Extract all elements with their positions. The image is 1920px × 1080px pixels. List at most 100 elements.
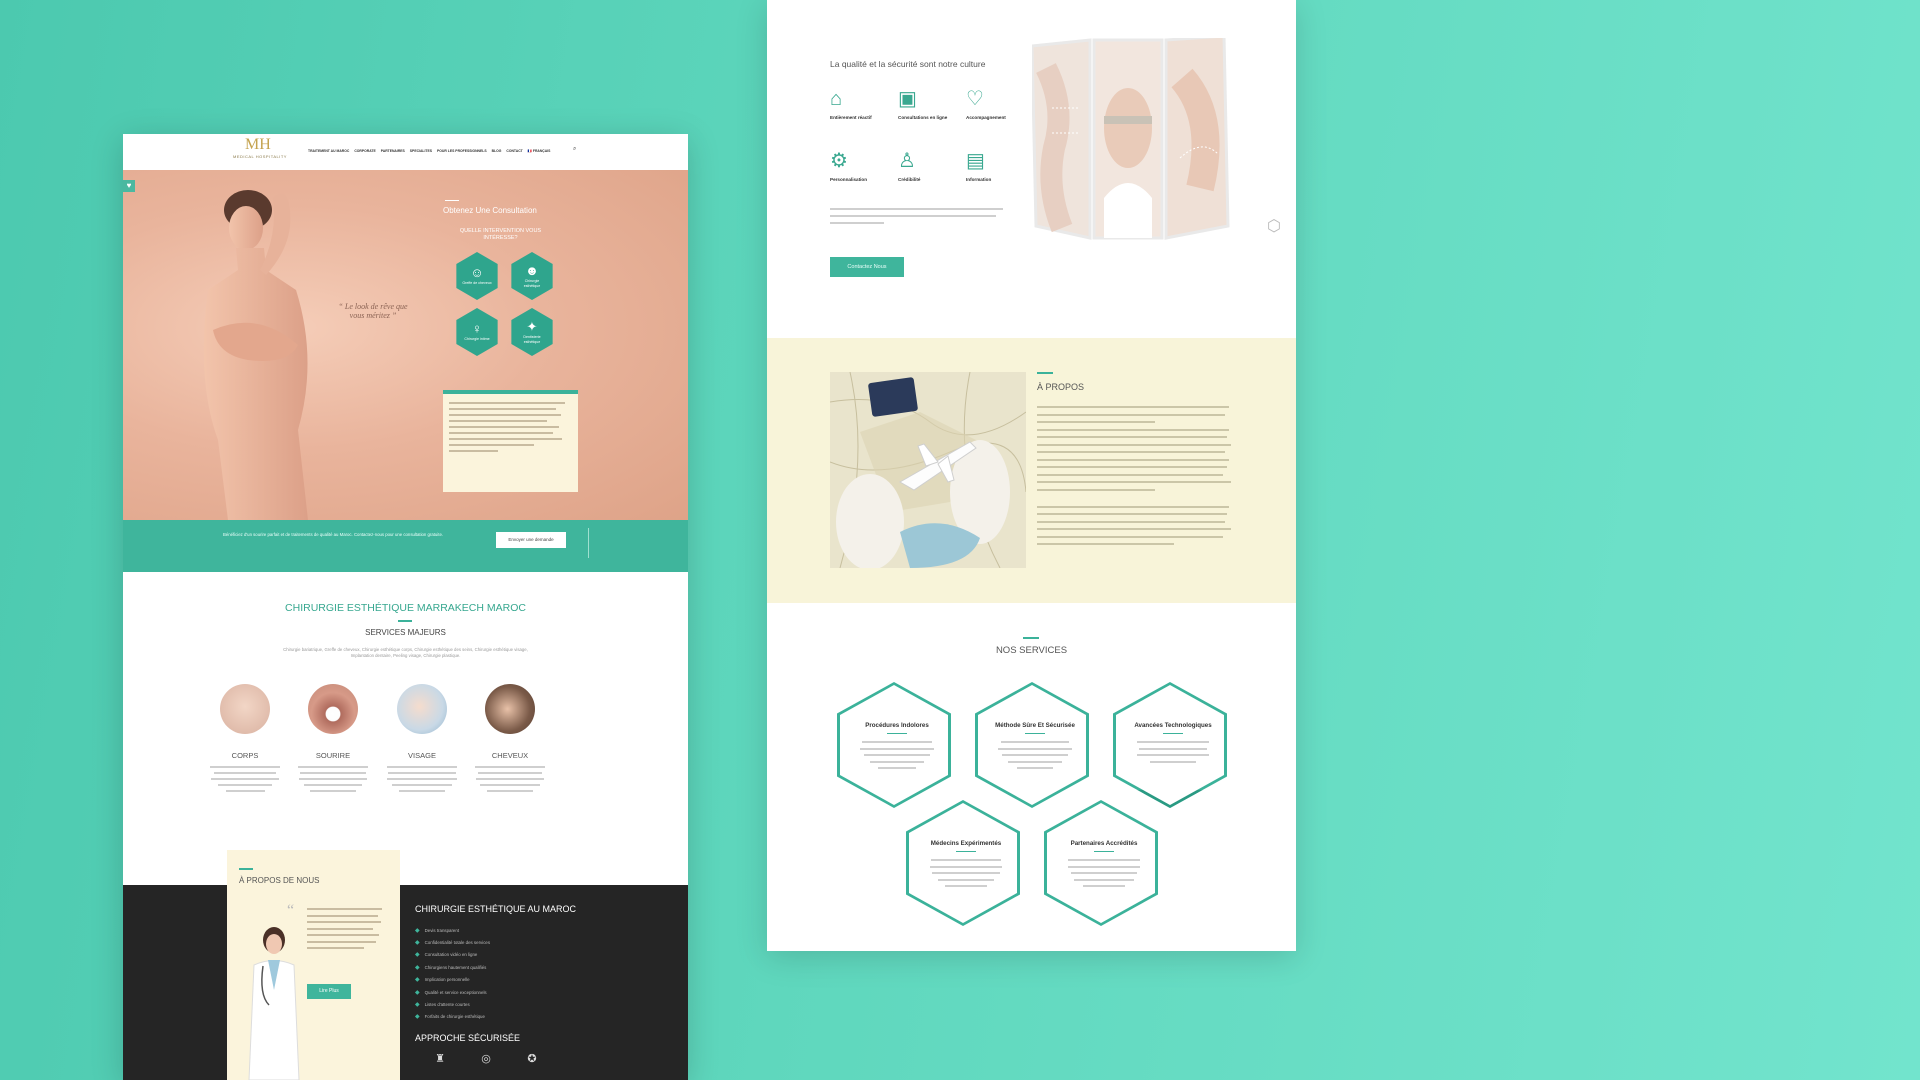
face-photo[interactable]: [397, 684, 447, 734]
service-card-painless[interactable]: Procédures Indolores: [837, 682, 951, 808]
services-divider: [398, 620, 412, 622]
apropos-text-placeholder: [1037, 406, 1233, 551]
logo-mark[interactable]: MH: [245, 136, 271, 154]
service-card-tech-advances[interactable]: Avancées Technologiques: [1113, 682, 1227, 808]
feature-personalization: ⚙ Personnalisation: [830, 150, 896, 183]
services-divider: [1023, 637, 1039, 639]
check-icon: ◆: [415, 940, 420, 947]
face-surgery-icon: ☻: [525, 263, 539, 279]
service-sourire[interactable]: SOURIRE: [293, 751, 373, 760]
doctor-photo: [248, 927, 300, 1080]
card-text-placeholder: [1066, 859, 1142, 892]
list-item: ◆ Chirurgiens hautement qualifiés: [415, 964, 487, 971]
service-card-safe-method[interactable]: Méthode Sûre Et Sécurisée: [975, 682, 1089, 808]
list-item: ◆ Qualité et service exceptionnels: [415, 989, 487, 996]
hero-section: ♥ “ Le look de rêve que vous méritez ” O…: [123, 170, 688, 520]
list-item: ◆ Forfaits de chirurgie esthétique: [415, 1014, 485, 1021]
medical-badge-icon: ✪: [527, 1053, 537, 1065]
service-corps[interactable]: CORPS: [205, 751, 285, 760]
hero-quote: “ Le look de rêve que vous méritez ”: [338, 302, 408, 320]
consult-question: QUELLE INTERVENTION VOUS INTÉRESSE?: [459, 228, 542, 241]
feature-online-consult: ▣ Consultations en ligne: [898, 88, 964, 121]
option-dentistry[interactable]: ✦ Dentisterie esthétique: [511, 308, 553, 356]
online-consult-icon: ▣: [898, 88, 917, 110]
nav-item-language[interactable]: 🇫🇷 FRANÇAIS: [528, 149, 551, 153]
card-divider: [1163, 733, 1183, 734]
feature-responsive: ⌂ Entièrement réactif: [830, 88, 896, 121]
contact-us-button[interactable]: Contactez Nous: [830, 257, 904, 277]
iso-badge-icon: ◎: [481, 1053, 491, 1065]
feature-support: ♡ Accompagnement: [966, 88, 1032, 121]
credibility-icon: ♙: [898, 150, 916, 172]
services-title: CHIRURGIE ESTHÉTIQUE MARRAKECH MAROC: [285, 602, 526, 614]
nav-item-blog[interactable]: BLOG: [492, 149, 502, 153]
cta-band-text: Bénéficiez d'un sourire parfait et de tr…: [222, 532, 444, 537]
card-text-placeholder: [997, 741, 1073, 774]
service-sourire-desc: [294, 766, 372, 796]
service-cheveux[interactable]: CHEVEUX: [470, 751, 550, 760]
secure-approach-title: APPROCHE SÉCURISÉE: [415, 1033, 521, 1043]
hair-photo[interactable]: [485, 684, 535, 734]
search-icon[interactable]: ⌕: [573, 146, 576, 153]
nav-item-corporate[interactable]: CORPORATE: [354, 149, 375, 153]
information-icon: ▤: [966, 150, 985, 172]
support-icon: ♡: [966, 88, 984, 110]
check-icon: ◆: [415, 952, 420, 959]
send-request-button[interactable]: Envoyer une demande: [496, 532, 566, 548]
about-section: À PROPOS: [767, 338, 1296, 603]
service-visage[interactable]: VISAGE: [382, 751, 462, 760]
card-text-placeholder: [859, 741, 935, 774]
dark-section-title: CHIRURGIE ESTHÉTIQUE AU MAROC: [415, 904, 577, 914]
travel-map-photo: [830, 372, 1026, 568]
smile-photo[interactable]: [308, 684, 358, 734]
option-hair-graft[interactable]: ☺ Greffe de cheveux: [456, 252, 498, 300]
apropos-title: À PROPOS: [1037, 382, 1085, 392]
form-text-placeholder: [449, 402, 571, 456]
cta-band: Bénéficiez d'un sourire parfait et de tr…: [123, 520, 688, 572]
option-aesthetic-surgery[interactable]: ☻ Chirurgie esthétique: [511, 252, 553, 300]
list-item: ◆ Confidentialité totale des services: [415, 940, 491, 947]
check-icon: ◆: [415, 989, 420, 996]
nav-item-specialties[interactable]: SPECIALITES: [410, 149, 432, 153]
list-item: ◆ Implication personnelle: [415, 977, 470, 984]
model-photo: [203, 190, 308, 520]
nos-services-title: NOS SERVICES: [995, 645, 1068, 656]
service-card-title: Méthode Sûre Et Sécurisée: [995, 722, 1075, 729]
option-intimate-surgery[interactable]: ♀ Chirurgie intime: [456, 308, 498, 356]
intimate-surgery-icon: ♀: [472, 321, 482, 337]
about-text-placeholder: [307, 908, 389, 954]
homepage-mockup-right: La qualité et la sécurité sont notre cul…: [767, 0, 1296, 951]
card-divider: [887, 733, 907, 734]
nav-item-professionals[interactable]: POUR LES PROFESSIONNELS: [437, 149, 487, 153]
service-cheveux-desc: [471, 766, 549, 796]
service-card-accredited-partners[interactable]: Partenaires Accrédités: [1044, 800, 1158, 926]
card-divider: [956, 851, 976, 852]
tooth-icon: ✦: [526, 319, 538, 335]
heart-icon[interactable]: ♥: [123, 180, 135, 192]
check-icon: ◆: [415, 977, 420, 984]
body-contour-photos: [1032, 38, 1230, 240]
service-visage-desc: [383, 766, 461, 796]
list-item: ◆ Consultation vidéo en ligne: [415, 952, 478, 959]
certificate-icon: ♜: [435, 1053, 445, 1065]
apropos-divider: [1037, 372, 1053, 374]
card-text-placeholder: [1135, 741, 1211, 767]
body-photo[interactable]: [220, 684, 270, 734]
check-icon: ◆: [415, 1002, 420, 1009]
nav-item-contact[interactable]: CONTACT: [506, 149, 522, 153]
hair-graft-icon: ☺: [470, 265, 484, 281]
read-more-button[interactable]: Lire Plus: [307, 984, 351, 999]
cube-icon[interactable]: ⬡: [1267, 216, 1281, 236]
nav-item-partners[interactable]: PARTENAIRES: [381, 149, 405, 153]
service-card-experienced-doctors[interactable]: Médecins Expérimentés: [906, 800, 1020, 926]
services-subtitle: SERVICES MAJEURS: [365, 628, 446, 637]
card-divider: [1094, 851, 1114, 852]
check-icon: ◆: [415, 964, 420, 971]
top-navigation: MH MEDICAL HOSPITALITY TRAITEMENT AU MAR…: [123, 134, 688, 170]
service-card-title: Procédures Indolores: [865, 722, 929, 729]
homepage-mockup-left: MH MEDICAL HOSPITALITY TRAITEMENT AU MAR…: [123, 134, 688, 1080]
quality-text-placeholder: [830, 208, 1010, 229]
quote-icon: “: [287, 902, 295, 919]
nav-item-treatment[interactable]: TRAITEMENT AU MAROC: [308, 149, 349, 153]
about-title: À PROPOS DE NOUS: [239, 876, 320, 885]
